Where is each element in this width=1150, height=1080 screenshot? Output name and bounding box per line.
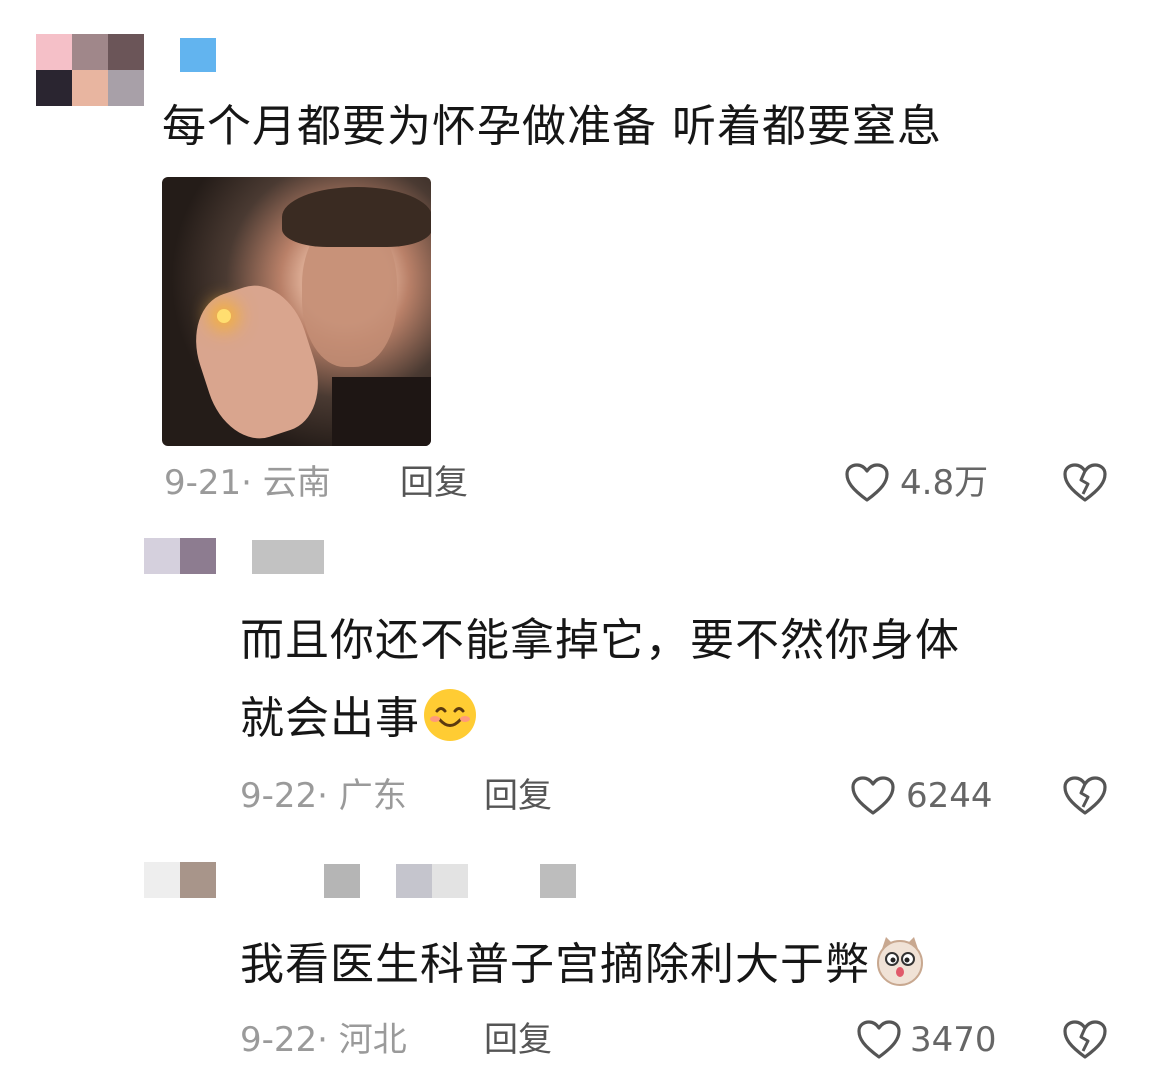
heart-outline-icon[interactable]: [844, 462, 890, 504]
comment-1-like-count: 4.8万: [900, 463, 989, 503]
comment-1-reply-button[interactable]: 回复: [400, 463, 468, 503]
comment-3-reply-button[interactable]: 回复: [484, 1020, 552, 1060]
avatar-comment-2[interactable]: [144, 538, 216, 582]
comment-3-date-location: 9-22· 河北: [240, 1020, 407, 1060]
avatar-comment-3[interactable]: [144, 862, 216, 898]
comment-1-date-location: 9-21· 云南: [164, 463, 331, 503]
comment-2-like-count: 6244: [906, 776, 993, 816]
heart-outline-icon[interactable]: [850, 775, 896, 817]
username-comment-3[interactable]: [324, 864, 576, 898]
broken-heart-icon[interactable]: [1062, 462, 1108, 504]
comment-2-reply-button[interactable]: 回复: [484, 776, 552, 816]
broken-heart-icon[interactable]: [1062, 1019, 1108, 1061]
comment-3-like-count: 3470: [910, 1020, 997, 1060]
smiling-face-emoji: [424, 689, 476, 741]
comment-3-text: 我看医生科普子宫摘除利大于弊: [240, 934, 926, 996]
comment-2-text-line-2: 就会出事: [240, 688, 476, 750]
cat-face-emoji: [874, 935, 926, 987]
comment-1-text: 每个月都要为怀孕做准备 听着都要窒息: [162, 101, 942, 152]
username-comment-2[interactable]: [252, 540, 324, 574]
comment-3-text-content: 我看医生科普子宫摘除利大于弊: [240, 939, 870, 990]
comment-1-image[interactable]: [162, 177, 431, 446]
broken-heart-icon[interactable]: [1062, 775, 1108, 817]
avatar-comment-1[interactable]: [36, 34, 146, 114]
comment-2-text-line-2-content: 就会出事: [240, 693, 420, 744]
comment-2-text-line-1: 而且你还不能拿掉它，要不然你身体: [240, 615, 960, 666]
heart-outline-icon[interactable]: [856, 1019, 902, 1061]
comment-2-date-location: 9-22· 广东: [240, 776, 407, 816]
username-comment-1[interactable]: [180, 38, 216, 72]
